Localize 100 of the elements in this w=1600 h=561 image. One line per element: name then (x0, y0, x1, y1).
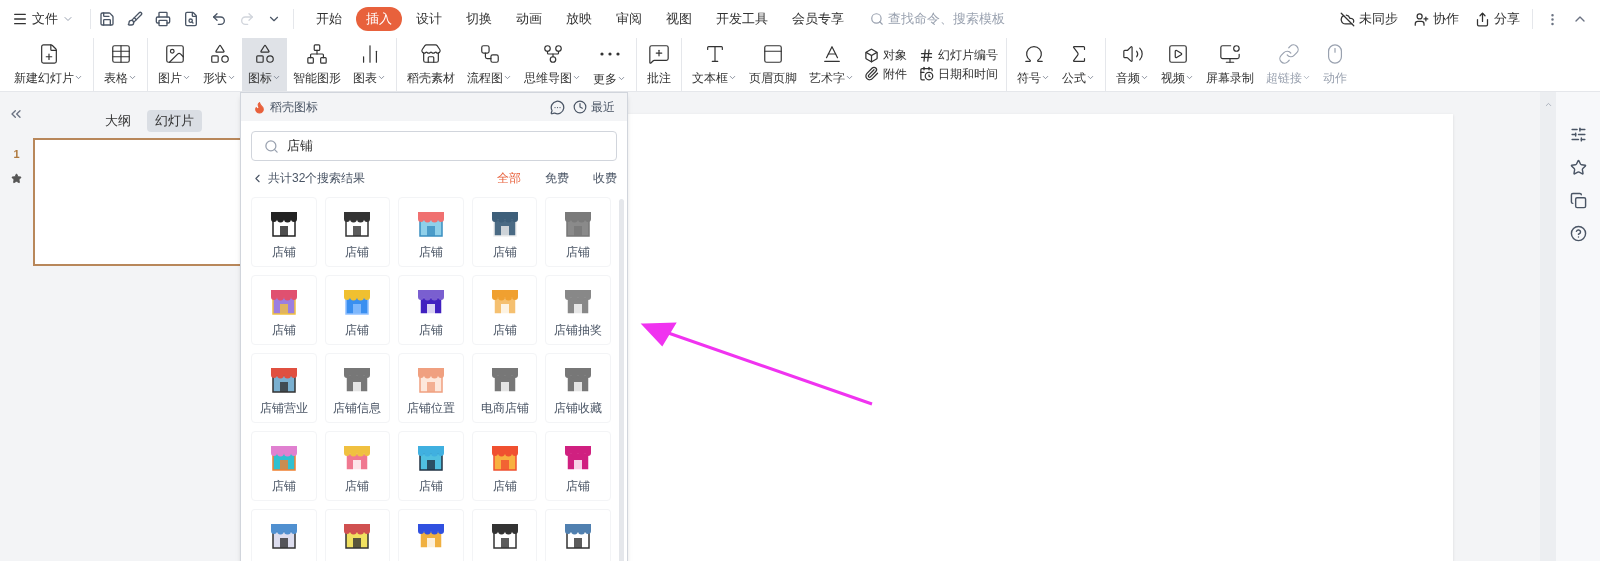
toolbar-button[interactable]: 未同步 (1340, 9, 1398, 29)
ribbon-button[interactable]: 视频 (1155, 38, 1200, 91)
cloud-icon (1340, 11, 1355, 27)
ribbon-button[interactable]: 图片 (152, 38, 197, 91)
ribbon-tab[interactable]: 切换 (456, 7, 502, 31)
ribbon-button[interactable]: 更多 (587, 38, 632, 91)
ribbon-button[interactable]: 音频 (1110, 38, 1155, 91)
video-icon (1166, 42, 1189, 65)
filter-tab[interactable]: 收费 (593, 169, 617, 187)
icon-tile[interactable] (471, 509, 538, 561)
attachment-icon (864, 66, 879, 82)
caret-icon (182, 73, 191, 82)
ribbon-tab[interactable]: 审阅 (606, 7, 652, 31)
more-icon (599, 51, 620, 56)
icon-tile[interactable]: 店铺 (398, 431, 464, 501)
window-icon[interactable] (1569, 192, 1587, 209)
icon-tile[interactable]: 店铺 (324, 431, 391, 501)
icon-tile[interactable]: 店铺 (251, 275, 317, 345)
icon-tile[interactable]: 店铺抽奖 (545, 275, 611, 345)
ribbon-tab[interactable]: 会员专享 (782, 7, 854, 31)
back-link[interactable]: 共计32个搜索结果 (251, 169, 366, 187)
ribbon-button[interactable]: 形状 (197, 38, 242, 91)
icon-tile[interactable]: 店铺 (251, 431, 317, 501)
image-icon (163, 42, 186, 65)
save-icon[interactable] (99, 11, 115, 27)
help-icon[interactable] (1569, 225, 1587, 242)
ribbon-button[interactable]: 公式 (1056, 38, 1101, 91)
mind-map-icon (541, 42, 564, 65)
icon-tile[interactable] (251, 509, 317, 561)
recent-button[interactable]: 最近 (573, 98, 615, 116)
toolbar-button[interactable]: 分享 (1475, 9, 1520, 29)
settings-icon[interactable] (1569, 126, 1587, 143)
store-icon (420, 42, 442, 65)
icon-tile[interactable] (398, 509, 464, 561)
ribbon-button[interactable]: 附件 (864, 64, 907, 83)
ribbon-tab[interactable]: 开始 (306, 7, 352, 31)
print-preview-icon[interactable] (183, 11, 199, 27)
filter-tab[interactable]: 全部 (497, 169, 521, 187)
icon-tile[interactable]: 店铺 (545, 431, 611, 501)
ribbon-button[interactable]: 稻壳素材 (401, 38, 461, 91)
ribbon-tab[interactable]: 放映 (556, 7, 602, 31)
icon-tile[interactable]: 店铺 (545, 197, 611, 267)
ribbon-button[interactable]: 符号 (1011, 38, 1056, 91)
icon-tile[interactable]: 店铺 (471, 431, 538, 501)
icon-tile[interactable]: 店铺位置 (398, 353, 464, 423)
comment-icon (648, 42, 670, 65)
caret-icon (1185, 73, 1194, 82)
format-painter-icon[interactable] (127, 11, 143, 27)
icon-tile[interactable]: 电商店铺 (471, 353, 538, 423)
icon-tile[interactable] (545, 509, 611, 561)
ribbon-tab[interactable]: 设计 (406, 7, 452, 31)
ribbon-button[interactable]: 图表 (347, 38, 392, 91)
ribbon-button[interactable]: 对象 (864, 46, 907, 65)
file-menu[interactable]: 文件 (12, 9, 82, 29)
slide-number-icon (919, 47, 934, 63)
icon-tile[interactable]: 店铺 (471, 275, 538, 345)
icon-tile[interactable]: 店铺 (398, 275, 464, 345)
filter-tab[interactable]: 免费 (545, 169, 569, 187)
ribbon-button[interactable]: 表格 (98, 38, 143, 91)
print-icon[interactable] (155, 11, 171, 27)
pane-tab[interactable]: 幻灯片 (146, 110, 202, 132)
shapes-icon (208, 42, 231, 65)
ribbon-button[interactable]: 批注 (641, 38, 677, 91)
ribbon-button[interactable]: 智能图形 (287, 38, 347, 91)
ribbon-button[interactable]: 日期和时间 (919, 64, 998, 83)
icon-tile[interactable]: 店铺收藏 (545, 353, 611, 423)
caret-icon (128, 73, 137, 82)
ribbon-tab[interactable]: 动画 (506, 7, 552, 31)
ribbon-button[interactable]: 幻灯片编号 (919, 46, 998, 65)
caret-icon (272, 73, 281, 82)
icons-icon (253, 42, 276, 65)
icon-tile[interactable]: 店铺营业 (251, 353, 317, 423)
ribbon-button[interactable]: 页眉页脚 (743, 38, 803, 91)
undo-icon[interactable] (211, 11, 227, 27)
icon-tile[interactable]: 店铺 (324, 197, 391, 267)
ribbon-button[interactable]: 艺术字 (803, 38, 860, 91)
toolbar-button[interactable]: 协作 (1414, 9, 1459, 29)
search-field[interactable]: 店铺 (251, 131, 617, 161)
ribbon-button[interactable]: 思维导图 (518, 38, 587, 91)
chat-icon[interactable] (550, 99, 565, 115)
icon-tile[interactable]: 店铺 (251, 197, 317, 267)
star-icon[interactable] (1569, 159, 1587, 176)
icon-tile[interactable]: 店铺 (324, 275, 391, 345)
icon-tile[interactable]: 店铺 (471, 197, 538, 267)
add-user-icon (1414, 11, 1429, 27)
ribbon-tab[interactable]: 视图 (656, 7, 702, 31)
ribbon-button[interactable]: 图标 (242, 38, 287, 91)
caret-icon (1140, 73, 1149, 82)
link-icon (1277, 42, 1300, 65)
pane-tab[interactable]: 大纲 (96, 110, 139, 132)
icon-tile[interactable] (324, 509, 391, 561)
ribbon-button[interactable]: 文本框 (686, 38, 743, 91)
ribbon-button[interactable]: 流程图 (461, 38, 518, 91)
icon-tile[interactable]: 店铺信息 (324, 353, 391, 423)
icon-tile[interactable]: 店铺 (398, 197, 464, 267)
caret-icon (1086, 73, 1095, 82)
screen-record-icon (1219, 42, 1241, 65)
ribbon-button[interactable]: 屏幕录制 (1200, 38, 1260, 91)
ribbon-tab[interactable]: 开发工具 (706, 7, 778, 31)
ribbon-button[interactable]: 新建幻灯片 (8, 38, 89, 91)
